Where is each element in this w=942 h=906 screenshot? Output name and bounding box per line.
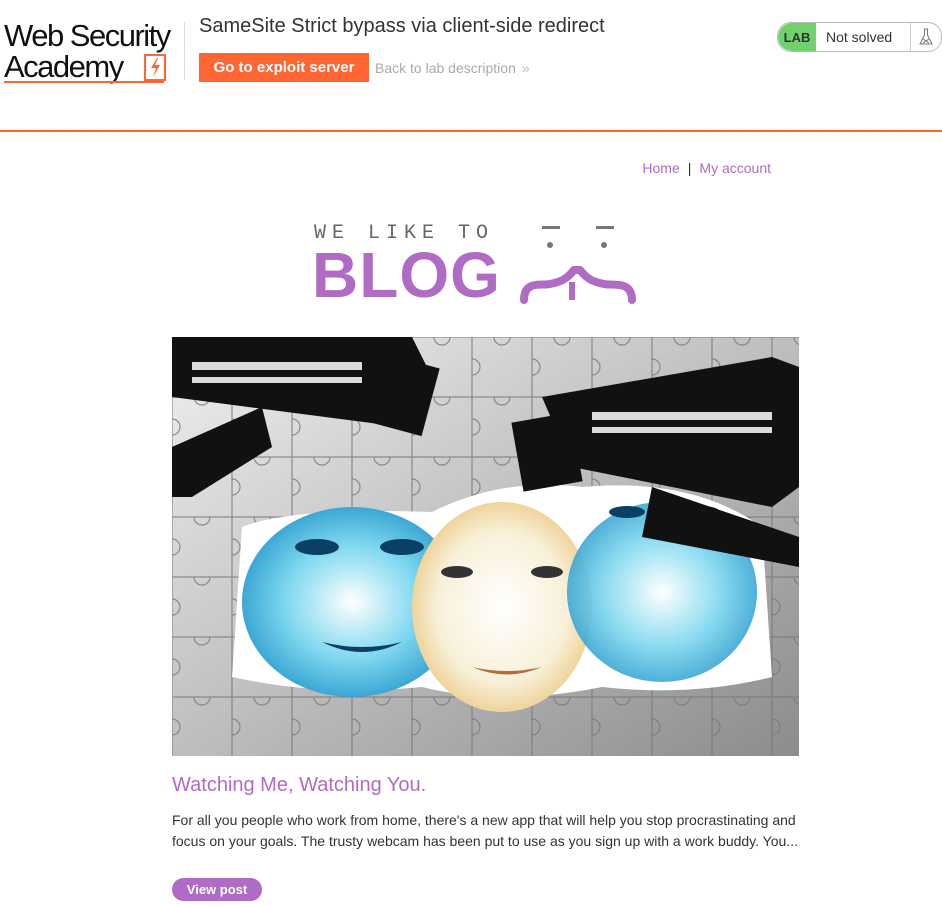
lab-title: SameSite Strict bypass via client-side r… [199, 15, 605, 37]
banner-title: BLOG [312, 239, 501, 311]
lab-status-text: Not solved [826, 29, 893, 45]
blog-banner: WE LIKE TO BLOG [312, 218, 636, 311]
web-security-academy-logo[interactable]: Web Security Academy [4, 20, 184, 86]
post-image[interactable] [172, 337, 799, 756]
lightning-bolt-icon [144, 54, 166, 81]
lab-badge: LAB [778, 23, 816, 51]
back-to-lab-description-link[interactable]: Back to lab description » [375, 60, 530, 76]
header-divider [184, 22, 185, 80]
logo-underline [4, 81, 164, 83]
lab-status-widget: LAB Not solved [777, 22, 942, 52]
nav-my-account-link[interactable]: My account [699, 160, 771, 176]
logo-text-line1: Web Security [4, 18, 171, 53]
logo-text-line2: Academy [4, 49, 124, 84]
back-link-label: Back to lab description [375, 60, 516, 76]
post-title-link[interactable]: Watching Me, Watching You. [172, 774, 426, 797]
academy-header: Web Security Academy SameSite Strict byp… [0, 0, 942, 132]
view-post-button[interactable]: View post [172, 878, 262, 901]
flask-icon [910, 23, 941, 51]
post-excerpt: For all you people who work from home, t… [172, 812, 798, 849]
nav-separator: | [687, 160, 692, 176]
curly-brace-face-icon [520, 226, 636, 304]
blog-navigation: Home | My account [642, 160, 771, 176]
nav-home-link[interactable]: Home [642, 160, 679, 176]
double-chevron-right-icon: » [521, 60, 530, 76]
go-to-exploit-server-button[interactable]: Go to exploit server [199, 53, 369, 82]
